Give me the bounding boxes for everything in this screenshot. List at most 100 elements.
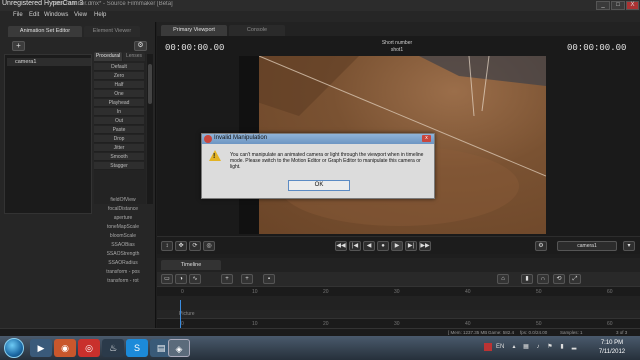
ok-button[interactable]: OK [288,180,350,191]
tab-console[interactable]: Console [229,25,285,36]
tray-signal-icon[interactable]: ▂ [570,343,578,351]
tab-timeline[interactable]: Timeline [161,260,221,270]
lock-icon[interactable]: ▮ [521,274,533,284]
clip-editor-icon[interactable]: ▭ [161,274,173,284]
tab-animation-set-editor[interactable]: Animation Set Editor [8,26,82,37]
play-button[interactable]: ▶ [391,241,403,251]
add-button[interactable]: + [12,41,25,51]
procedural-button-in[interactable]: In [94,108,144,116]
control-item[interactable]: SSAORadius [94,259,152,267]
ruler-tick-label: 60 [607,321,613,327]
rotate-tool-icon[interactable]: ⟳ [189,241,201,251]
control-item[interactable]: fieldOfView [94,196,152,204]
control-item[interactable]: transform - pos [94,268,152,276]
shot-name: shot1 [390,47,404,53]
add-clip-icon[interactable]: + [241,274,253,284]
steam-icon[interactable]: ♨ [102,339,124,357]
ruler-tick-label: 30 [394,289,400,295]
source-filmmaker-icon[interactable]: ◈ [168,339,190,357]
chrome-icon[interactable]: ◎ [78,339,100,357]
tray-power-icon[interactable]: ▮ [558,343,566,351]
procedural-button-zero[interactable]: Zero [94,72,144,80]
ruler-tick-label: 20 [323,321,329,327]
menu-windows[interactable]: Windows [44,12,68,18]
ruler-tick-label: 40 [465,321,471,327]
procedural-button-out[interactable]: Out [94,117,144,125]
control-item[interactable]: bloomScale [94,232,152,240]
procedural-button-paste[interactable]: Paste [94,126,144,134]
procedural-button-smooth[interactable]: Smooth [94,153,144,161]
minimize-button[interactable]: _ [596,1,610,10]
step-forward-button[interactable]: ▶| [405,241,417,251]
menu-help[interactable]: Help [94,12,106,18]
marker-icon[interactable]: ▪ [263,274,275,284]
clock-time[interactable]: 7:10 PM [592,340,632,346]
skip-start-button[interactable]: ◀◀ [335,241,347,251]
gear-icon[interactable]: ⚙ [134,41,147,51]
procedural-button-stagger[interactable]: Stagger [94,162,144,170]
maximize-button[interactable]: □ [611,1,625,10]
status-memory: [ Mem: 1237.35 MB [448,330,488,335]
timeline-ruler-bottom[interactable]: 0 10 20 30 40 50 60 [157,318,640,328]
tray-arrow-icon[interactable]: ▴ [510,343,518,351]
procedural-button-default[interactable]: Default [94,63,144,71]
tree-item-camera1[interactable]: camera1 [7,58,91,66]
procedural-button-playhead[interactable]: Playhead [94,99,144,107]
loop-icon[interactable]: ⟲ [553,274,565,284]
translate-tool-icon[interactable]: ✥ [175,241,187,251]
menu-edit[interactable]: Edit [29,12,39,18]
tab-lenses[interactable]: Lenses [123,52,145,61]
tray-lang[interactable]: EN [496,343,504,351]
viewport-options-icon[interactable]: ▾ [623,241,635,251]
close-button[interactable]: X [626,1,639,10]
add-track-icon[interactable]: + [221,274,233,284]
zoom-icon[interactable]: ⤢ [569,274,581,284]
procedural-button-drop[interactable]: Drop [94,135,144,143]
tray-volume-icon[interactable]: ♪ [534,343,542,351]
tray-flag-icon[interactable]: ⚑ [546,343,554,351]
control-item[interactable]: SSAOStrength [94,250,152,258]
procedural-button-jitter[interactable]: Jitter [94,144,144,152]
dialog-titlebar[interactable]: Invalid Manipulation x [202,134,434,144]
clock-date[interactable]: 7/11/2012 [592,349,632,355]
tab-procedural[interactable]: Procedural [94,52,122,61]
camera-settings-icon[interactable]: ⚙ [535,241,547,251]
ruler-tick-label: 40 [465,289,471,295]
move-tool-icon[interactable]: ↕ [161,241,173,251]
control-item[interactable]: SSAOBias [94,241,152,249]
timeline-track[interactable]: Picture [157,310,640,318]
procedural-button-one[interactable]: One [94,90,144,98]
graph-editor-icon[interactable]: ∿ [189,274,201,284]
menu-file[interactable]: File [13,12,23,18]
timeline-ruler-top[interactable]: 0 10 20 30 40 50 60 [157,286,640,296]
dialog-close-button[interactable]: x [422,135,431,142]
control-item[interactable]: focalDistance [94,205,152,213]
media-player-icon[interactable]: ▶ [30,339,52,357]
skype-icon[interactable]: S [126,339,148,357]
menu-view[interactable]: View [74,12,87,18]
scrollbar-thumb[interactable] [148,64,152,104]
control-item[interactable]: aperture [94,214,152,222]
tray-network-icon[interactable]: ▦ [522,343,530,351]
start-button[interactable] [4,338,24,358]
record-button[interactable]: ● [377,241,389,251]
magnet-icon[interactable]: ∩ [537,274,549,284]
camera-select[interactable]: camera1 [557,241,617,251]
scale-tool-icon[interactable]: ◎ [203,241,215,251]
ruler-tick-label: 0 [181,321,184,327]
procedural-button-half[interactable]: Half [94,81,144,89]
step-back-button[interactable]: ◀ [363,241,375,251]
snap-icon[interactable]: ⌂ [497,274,509,284]
motion-editor-icon[interactable]: ◑ [175,274,187,284]
scrollbar[interactable] [147,54,153,204]
skip-end-button[interactable]: ▶▶ [419,241,431,251]
timecode-right: 00:00:00.00 [567,43,627,53]
tab-element-viewer[interactable]: Element Viewer [84,26,140,37]
tab-primary-viewport[interactable]: Primary Viewport [161,25,227,36]
firefox-icon[interactable]: ◉ [54,339,76,357]
control-item[interactable]: transform - rot [94,277,152,285]
hypercam-tray-icon[interactable] [484,343,492,351]
control-item[interactable]: toneMapScale [94,223,152,231]
step-start-button[interactable]: |◀ [349,241,361,251]
ruler-tick-label: 10 [252,321,258,327]
